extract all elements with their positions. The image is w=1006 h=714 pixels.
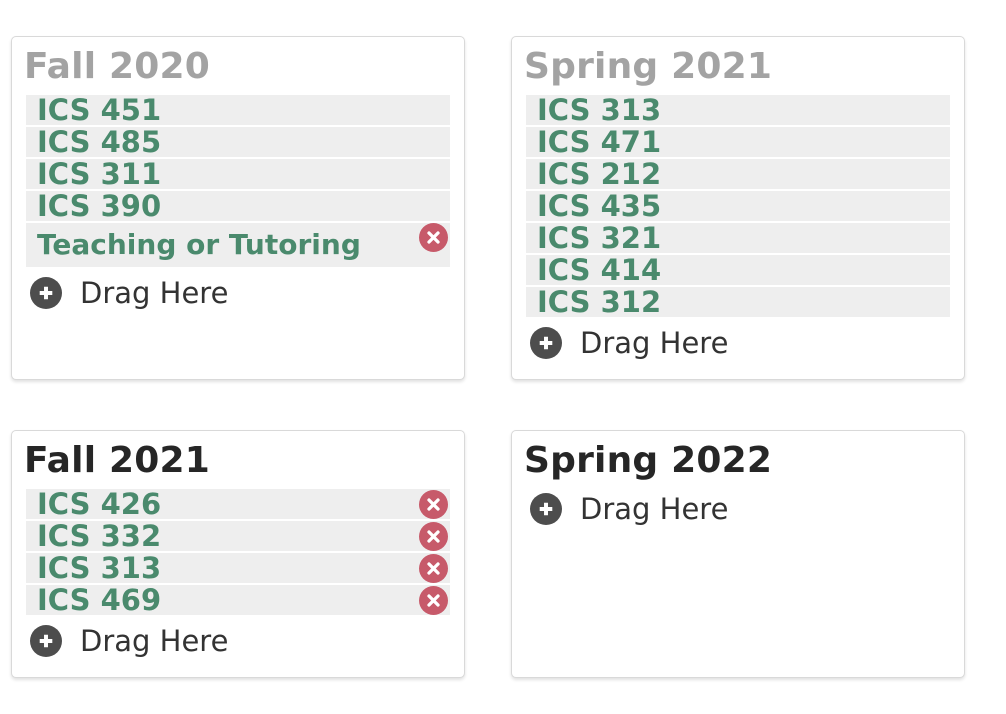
semester-title: Fall 2021 xyxy=(24,440,210,481)
close-circle-icon[interactable] xyxy=(419,522,448,551)
course-label: ICS 332 xyxy=(37,519,162,553)
drop-target[interactable]: Drag Here xyxy=(30,275,450,311)
semester-card-fall-2021: Fall 2021 ICS 426 ICS 332 ICS 313 ICS 46… xyxy=(11,430,465,678)
course-item[interactable]: ICS 311 xyxy=(26,159,450,189)
course-label: ICS 313 xyxy=(537,93,662,127)
course-item[interactable]: ICS 332 xyxy=(26,521,450,551)
course-item[interactable]: ICS 435 xyxy=(526,191,950,221)
plus-circle-icon xyxy=(530,493,562,525)
course-label: ICS 212 xyxy=(537,157,662,191)
course-label: ICS 321 xyxy=(537,221,662,255)
course-item[interactable]: ICS 390 xyxy=(26,191,450,221)
drop-target[interactable]: Drag Here xyxy=(530,325,950,361)
course-label: ICS 414 xyxy=(537,253,662,287)
course-label: ICS 390 xyxy=(37,189,162,223)
close-circle-icon[interactable] xyxy=(419,554,448,583)
course-item[interactable]: ICS 212 xyxy=(526,159,950,189)
course-label: ICS 471 xyxy=(537,125,662,159)
drop-target-label: Drag Here xyxy=(80,276,229,310)
course-label: ICS 469 xyxy=(37,583,162,617)
semester-title: Spring 2021 xyxy=(524,46,773,87)
course-label: ICS 451 xyxy=(37,93,162,127)
drop-target[interactable]: Drag Here xyxy=(30,623,450,659)
plus-circle-icon xyxy=(30,625,62,657)
course-item[interactable]: ICS 414 xyxy=(526,255,950,285)
semester-title: Spring 2022 xyxy=(524,440,773,481)
close-circle-icon[interactable] xyxy=(419,586,448,615)
course-item[interactable]: Teaching or Tutoring xyxy=(26,223,450,267)
drop-target[interactable]: Drag Here xyxy=(530,491,950,527)
course-label: ICS 485 xyxy=(37,125,162,159)
course-item[interactable]: ICS 471 xyxy=(526,127,950,157)
course-item[interactable]: ICS 312 xyxy=(526,287,950,317)
drop-target-label: Drag Here xyxy=(80,624,229,658)
semester-card-fall-2020: Fall 2020 ICS 451 ICS 485 ICS 311 ICS 39… xyxy=(11,36,465,380)
close-circle-icon[interactable] xyxy=(419,223,448,252)
semester-card-spring-2021: Spring 2021 ICS 313 ICS 471 ICS 212 ICS … xyxy=(511,36,965,380)
course-label: ICS 311 xyxy=(37,157,162,191)
course-label: Teaching or Tutoring xyxy=(37,228,361,261)
course-label: ICS 312 xyxy=(537,285,662,319)
plus-circle-icon xyxy=(30,277,62,309)
close-circle-icon[interactable] xyxy=(419,490,448,519)
drop-target-label: Drag Here xyxy=(580,492,729,526)
semester-card-spring-2022: Spring 2022 Drag Here xyxy=(511,430,965,678)
course-item[interactable]: ICS 313 xyxy=(526,95,950,125)
course-label: ICS 426 xyxy=(37,487,162,521)
semester-title: Fall 2020 xyxy=(24,46,210,87)
plus-circle-icon xyxy=(530,327,562,359)
course-item[interactable]: ICS 485 xyxy=(26,127,450,157)
course-label: ICS 313 xyxy=(37,551,162,585)
course-item[interactable]: ICS 469 xyxy=(26,585,450,615)
course-item[interactable]: ICS 321 xyxy=(526,223,950,253)
course-label: ICS 435 xyxy=(537,189,662,223)
course-item[interactable]: ICS 313 xyxy=(26,553,450,583)
course-item[interactable]: ICS 426 xyxy=(26,489,450,519)
course-item[interactable]: ICS 451 xyxy=(26,95,450,125)
drop-target-label: Drag Here xyxy=(580,326,729,360)
